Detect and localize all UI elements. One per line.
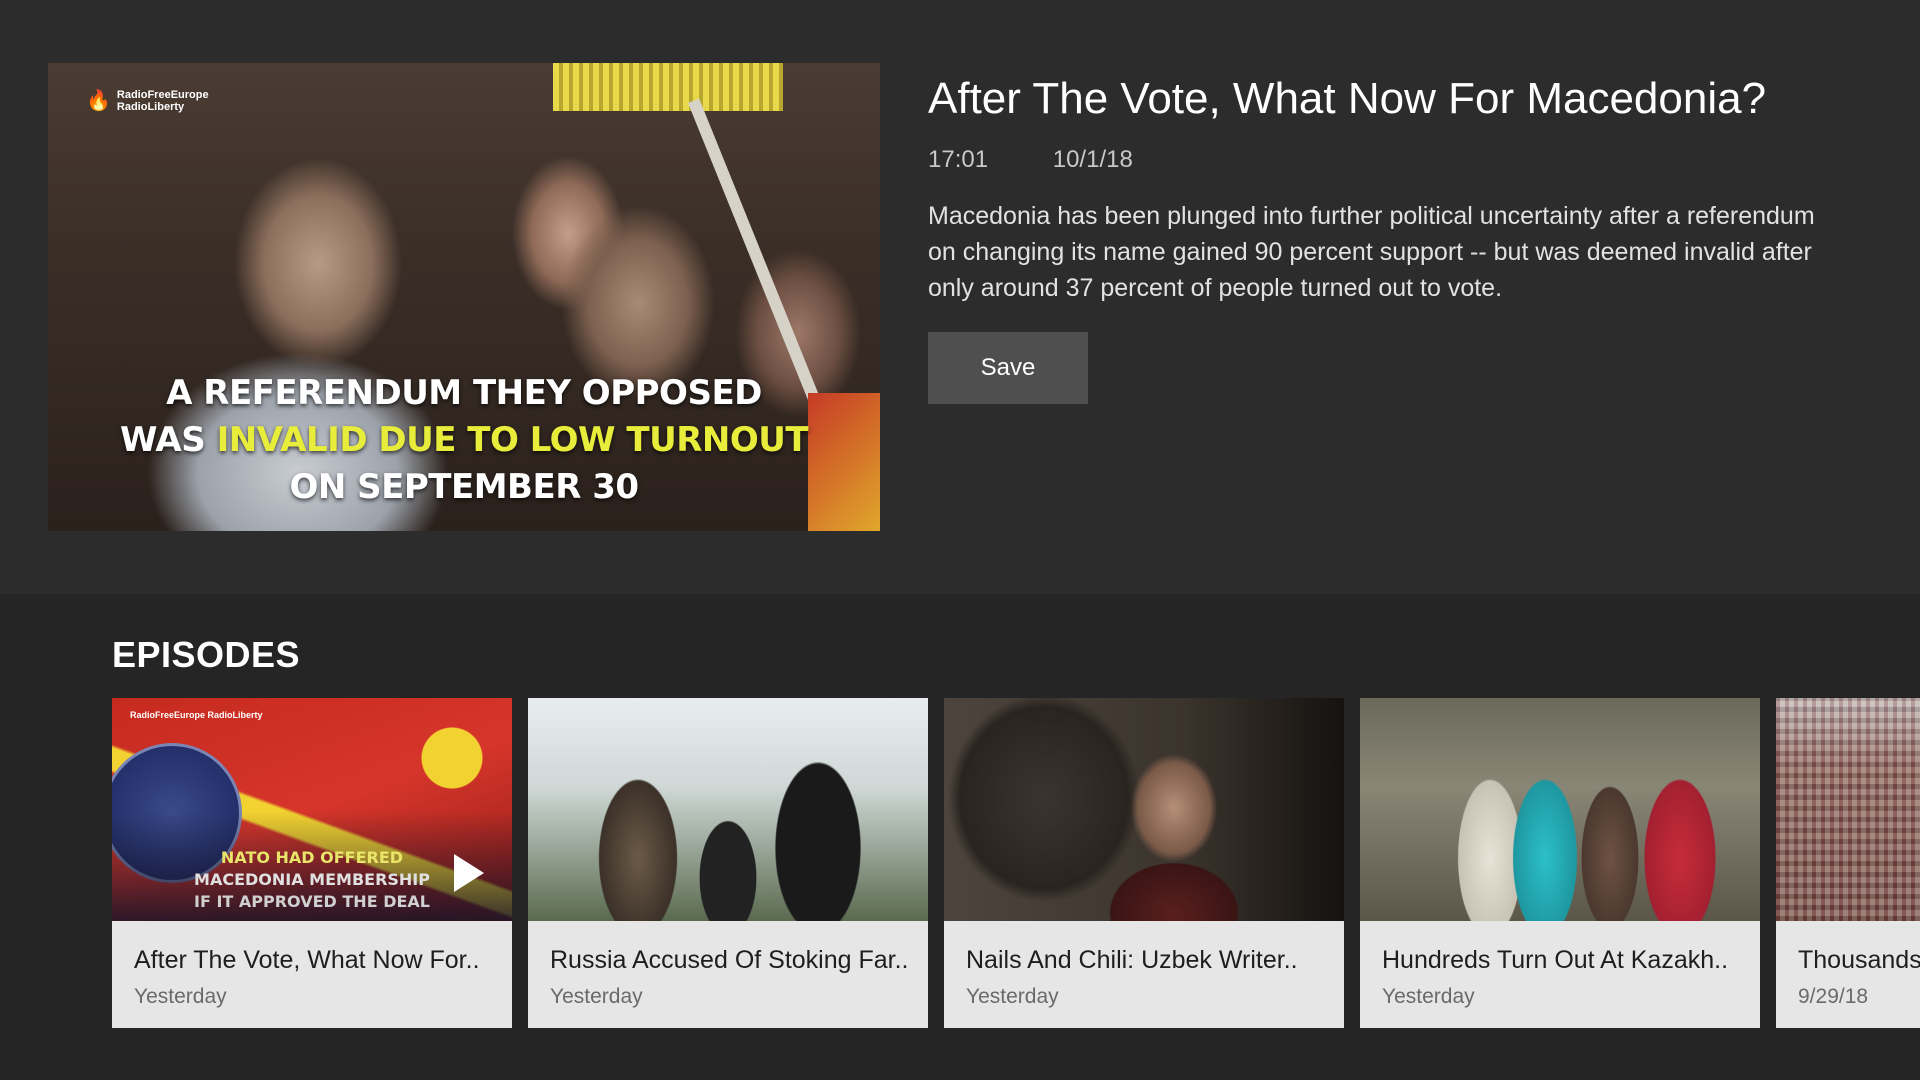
episode-card[interactable]: Nails And Chili: Uzbek Writer.. Yesterda… [944, 698, 1344, 1028]
play-icon[interactable] [454, 854, 484, 892]
video-title: After The Vote, What Now For Macedonia? [928, 74, 1767, 123]
episode-title: Hundreds Turn Out At Kazakh.. [1382, 946, 1729, 974]
episode-card[interactable]: Russia Accused Of Stoking Far.. Yesterda… [528, 698, 928, 1028]
save-button[interactable]: Save [928, 332, 1088, 404]
torch-logo-icon: 🔥 [86, 90, 111, 112]
episodes-heading: EPISODES [112, 634, 301, 675]
episode-thumbnail [1360, 698, 1760, 921]
hero-video-thumbnail[interactable]: 🔥 RadioFreeEurope RadioLiberty A REFEREN… [48, 63, 880, 531]
episode-date: Yesterday [134, 985, 227, 1008]
video-duration: 17:01 [928, 146, 989, 173]
flag [808, 393, 880, 531]
episode-card[interactable]: RadioFreeEurope RadioLiberty NATO HAD OF… [112, 698, 512, 1028]
hero-section: 🔥 RadioFreeEurope RadioLiberty A REFEREN… [0, 0, 1920, 594]
episode-thumbnail: RadioFreeEurope RadioLiberty NATO HAD OF… [112, 698, 512, 921]
episode-date: Yesterday [1382, 985, 1475, 1008]
video-caption-line1: A REFERENDUM THEY OPPOSED [166, 373, 762, 413]
thumbnail-overlay-line2: MACEDONIA MEMBERSHIP [194, 870, 430, 889]
episode-thumbnail [944, 698, 1344, 921]
video-meta: 17:01 10/1/18 [928, 146, 1191, 174]
thumbnail-overlay-line3: IF IT APPROVED THE DEAL [194, 892, 430, 911]
episodes-section: EPISODES RadioFreeEurope RadioLiberty NA… [0, 594, 1920, 1080]
thumbnail-overlay-line1: NATO HAD OFFERED [220, 848, 404, 867]
video-description: Macedonia has been plunged into further … [928, 202, 1815, 302]
episode-thumbnail [1776, 698, 1920, 921]
caption-yellow-part: INVALID DUE TO LOW TURNOUT [216, 420, 809, 460]
rferl-logo-small: RadioFreeEurope RadioLiberty [130, 710, 263, 720]
episode-title: Thousands [1798, 946, 1920, 974]
episode-date: 9/29/18 [1798, 985, 1869, 1008]
video-caption-line3: ON SEPTEMBER 30 [289, 467, 639, 507]
rferl-logo: 🔥 RadioFreeEurope RadioLiberty [86, 89, 209, 113]
episode-title: Nails And Chili: Uzbek Writer.. [966, 946, 1298, 974]
caption-white-part: WAS [119, 420, 217, 460]
logo-line2: RadioLiberty [116, 101, 185, 113]
logo-line1: RadioFreeEurope [116, 89, 209, 101]
episode-card[interactable]: Hundreds Turn Out At Kazakh.. Yesterday [1360, 698, 1760, 1028]
episode-date: Yesterday [550, 985, 643, 1008]
episode-card[interactable]: Thousands 9/29/18 [1776, 698, 1920, 1028]
episode-title: Russia Accused Of Stoking Far.. [550, 946, 909, 974]
video-caption-line2: WAS INVALID DUE TO LOW TURNOUT [48, 420, 880, 460]
episode-title: After The Vote, What Now For.. [134, 946, 480, 974]
episode-thumbnail [528, 698, 928, 921]
episode-date: Yesterday [966, 985, 1059, 1008]
video-date: 10/1/18 [1052, 146, 1133, 173]
protest-banner [553, 63, 783, 111]
